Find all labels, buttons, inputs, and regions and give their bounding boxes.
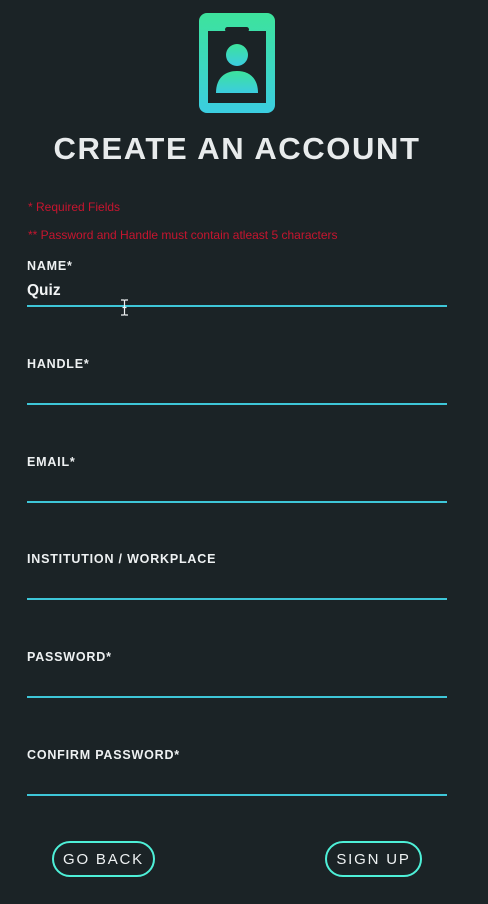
name-label: NAME* bbox=[27, 259, 73, 273]
email-field: EMAIL* bbox=[27, 455, 447, 515]
text-cursor-icon bbox=[121, 299, 128, 316]
page-title: CREATE AN ACCOUNT bbox=[53, 131, 421, 166]
password-input[interactable] bbox=[27, 668, 447, 698]
sign-up-button[interactable]: SIGN UP bbox=[325, 841, 422, 877]
institution-field: INSTITUTION / WORKPLACE bbox=[27, 552, 447, 612]
confirm-password-label: CONFIRM PASSWORD* bbox=[27, 748, 180, 762]
email-input[interactable] bbox=[27, 473, 447, 503]
email-label: EMAIL* bbox=[27, 455, 76, 469]
required-fields-note: * Required Fields bbox=[28, 200, 121, 214]
page-edge bbox=[480, 0, 488, 904]
password-label: PASSWORD* bbox=[27, 650, 112, 664]
name-field: NAME* bbox=[27, 259, 447, 319]
id-badge-icon bbox=[199, 13, 275, 113]
password-rule-note: ** Password and Handle must contain atle… bbox=[28, 228, 338, 242]
name-input[interactable] bbox=[27, 277, 447, 307]
institution-input[interactable] bbox=[27, 570, 447, 600]
password-field: PASSWORD* bbox=[27, 650, 447, 710]
handle-label: HANDLE* bbox=[27, 357, 90, 371]
institution-label: INSTITUTION / WORKPLACE bbox=[27, 552, 217, 566]
handle-field: HANDLE* bbox=[27, 357, 447, 417]
confirm-password-input[interactable] bbox=[27, 766, 447, 796]
confirm-password-field: CONFIRM PASSWORD* bbox=[27, 748, 447, 808]
go-back-button[interactable]: GO BACK bbox=[52, 841, 155, 877]
handle-input[interactable] bbox=[27, 375, 447, 405]
